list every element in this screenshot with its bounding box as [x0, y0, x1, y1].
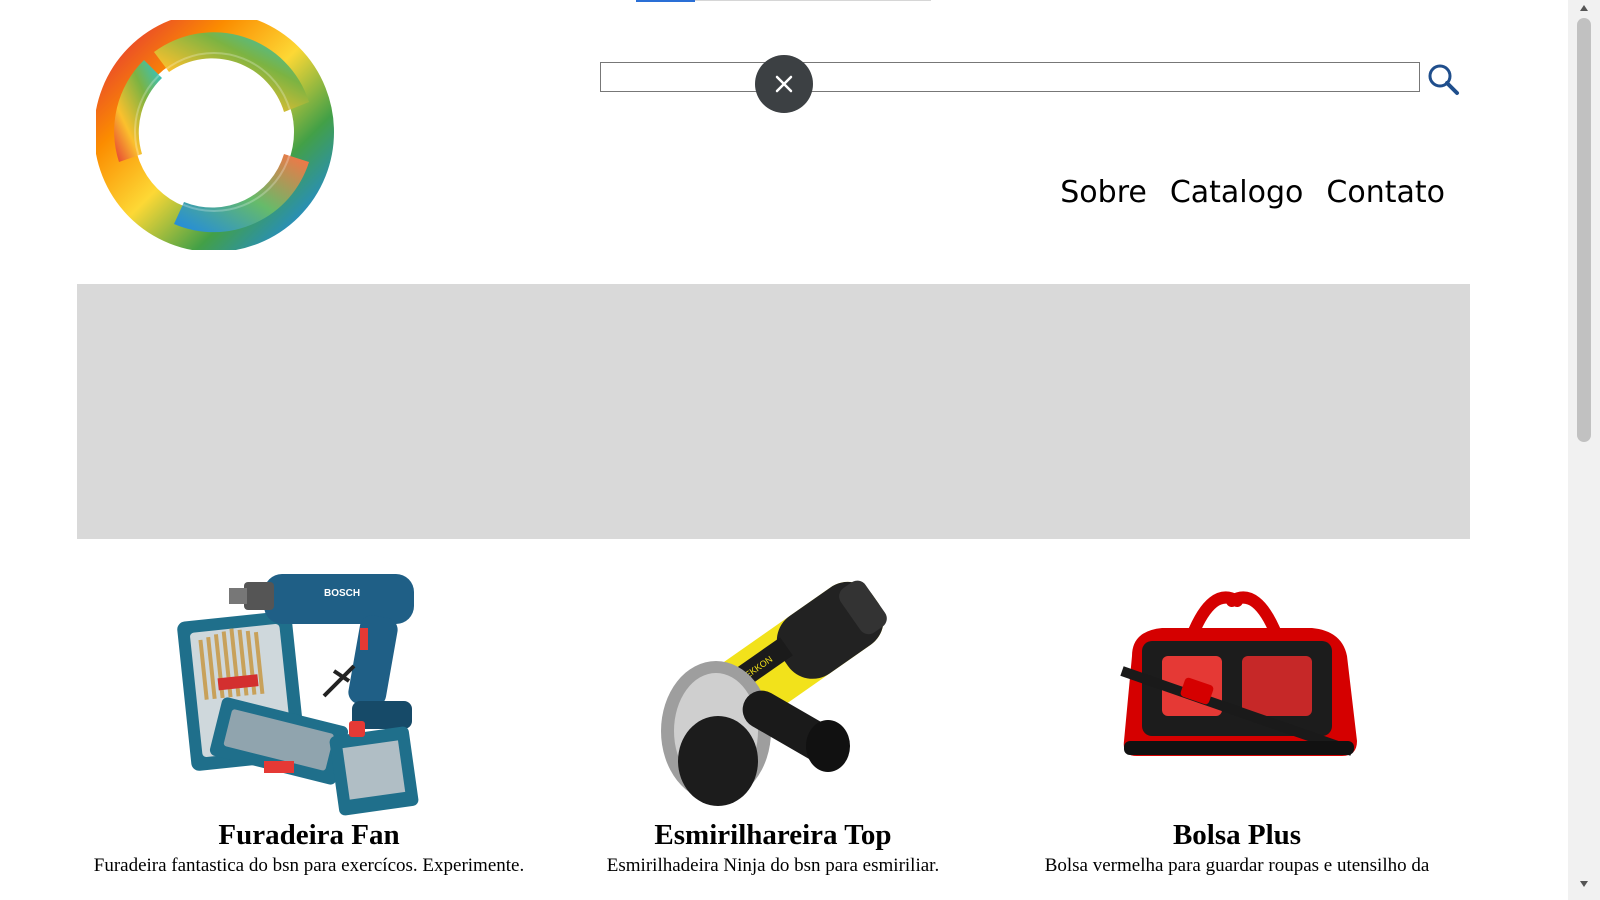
product-grid: BOSCH Furadeira Fan Furadeira fantastica… — [77, 556, 1470, 896]
product-title[interactable]: Furadeira Fan — [77, 818, 541, 852]
nav-link-sobre[interactable]: Sobre — [1060, 172, 1147, 214]
scrollbar-thumb[interactable] — [1577, 18, 1591, 442]
page-scrollbar[interactable] — [1568, 0, 1600, 900]
clear-search-button[interactable] — [755, 55, 813, 113]
product-title[interactable]: Esmirilhareira Top — [541, 818, 1005, 852]
top-progress-line — [636, 0, 695, 2]
product-description: Esmirilhadeira Ninja do bsn para esmiril… — [606, 855, 940, 876]
product-image-bag — [1102, 556, 1372, 818]
hero-banner — [77, 284, 1470, 539]
site-logo[interactable] — [94, 12, 336, 252]
nav-link-catalogo[interactable]: Catalogo — [1170, 172, 1304, 214]
search-icon — [1428, 64, 1459, 95]
scroll-up-arrow-icon[interactable] — [1578, 2, 1590, 14]
top-divider-line — [695, 0, 931, 1]
main-nav: Sobre Catalogo Contato — [1060, 172, 1445, 214]
product-title[interactable]: Bolsa Plus — [1005, 818, 1469, 852]
search-button[interactable] — [1424, 60, 1464, 100]
close-icon — [775, 75, 793, 93]
product-card[interactable]: TEKKON Esmirilhareira Top Esmirilhadeira… — [541, 556, 1005, 879]
svg-text:BOSCH: BOSCH — [324, 588, 360, 599]
logo-ring-icon — [94, 12, 334, 252]
product-image-drill: BOSCH — [174, 556, 444, 818]
product-description: Bolsa vermelha para guardar roupas e ute… — [1044, 855, 1430, 876]
product-card[interactable]: BOSCH Furadeira Fan Furadeira fantastica… — [77, 556, 541, 879]
nav-link-contato[interactable]: Contato — [1326, 172, 1445, 214]
product-description: Furadeira fantastica do bsn para exercíc… — [93, 855, 525, 876]
product-card[interactable]: Bolsa Plus Bolsa vermelha para guardar r… — [1005, 556, 1469, 879]
product-image-grinder: TEKKON — [638, 556, 908, 818]
search-input[interactable] — [600, 62, 1420, 92]
scroll-down-arrow-icon[interactable] — [1578, 878, 1590, 890]
